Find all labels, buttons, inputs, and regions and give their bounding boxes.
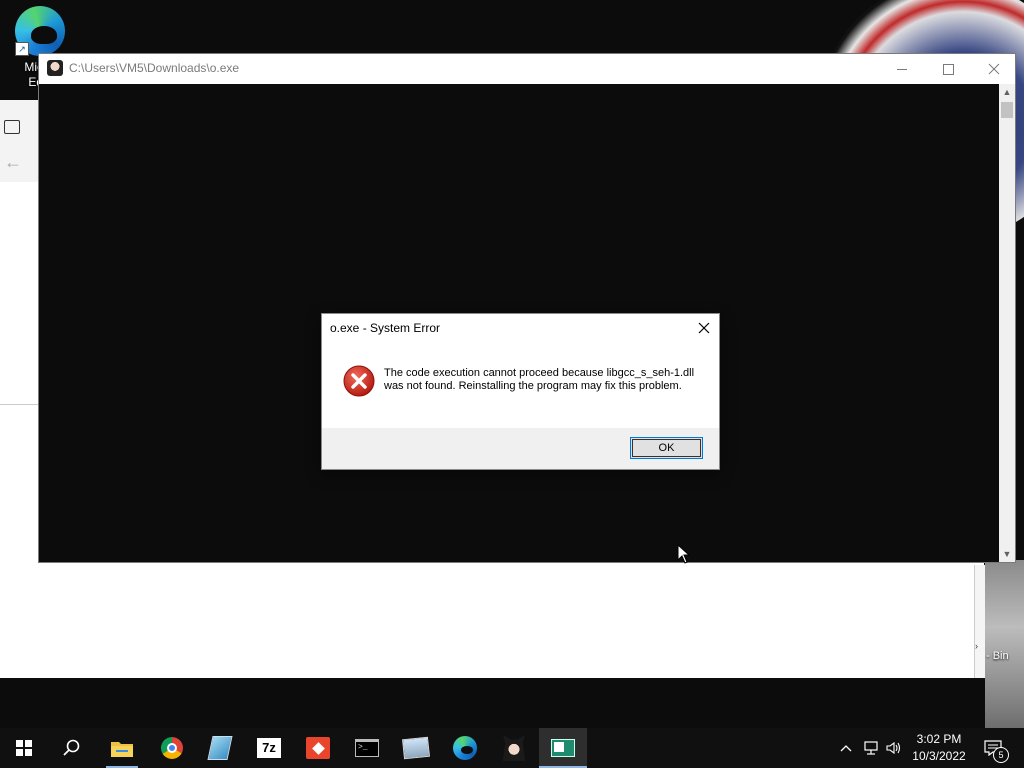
7z-icon: 7z [257,738,281,758]
folder-icon [111,742,133,757]
ok-button[interactable]: OK [630,437,703,459]
edge-icon [453,736,477,760]
wallpaper-fragment [985,560,1024,728]
close-icon [988,63,1000,75]
scroll-up-icon[interactable]: ▲ [999,84,1015,100]
volume-button[interactable] [883,728,905,768]
console-window[interactable]: C:\Users\VM5\Downloads\o.exe ▲ ▼ [38,53,1016,563]
taskbar-image-viewer[interactable] [392,728,440,768]
photo-icon [402,736,430,760]
maximize-icon [942,63,954,75]
minimize-icon [897,68,907,70]
taskbar-git[interactable] [294,728,342,768]
taskbar-chrome[interactable] [148,728,196,768]
cmd-icon: >_ [355,739,379,757]
browser-side-scroll[interactable]: › [974,565,985,678]
console-app-icon [47,60,63,76]
taskbar: 7z >_ 3:02 PM 10/3/2022 5 [0,728,1024,768]
chevron-right-icon[interactable]: › [975,641,978,651]
taskbar-edge[interactable] [441,728,489,768]
chevron-up-icon [840,745,852,752]
dialog-footer: OK [322,428,719,469]
taskbar-7zip[interactable]: 7z [245,728,293,768]
shortcut-arrow-icon: ↗ [15,42,29,56]
divider [0,404,40,405]
taskbar-file-explorer[interactable] [98,728,146,768]
console-titlebar[interactable]: C:\Users\VM5\Downloads\o.exe [39,54,1015,84]
show-hidden-icons-button[interactable] [836,728,856,768]
console-window-icon [551,739,575,757]
start-button[interactable] [0,728,48,768]
taskbar-notebook-app[interactable] [196,728,244,768]
taskbar-o-exe-console[interactable] [539,728,587,768]
close-button[interactable] [971,54,1017,84]
error-icon [343,365,375,397]
console-title: C:\Users\VM5\Downloads\o.exe [69,61,240,75]
vertical-scrollbar[interactable]: ▲ ▼ [999,84,1015,562]
dialog-close-button[interactable] [690,316,718,340]
taskbar-terminal[interactable]: >_ [343,728,391,768]
dialog-title: o.exe - System Error [330,321,441,335]
minimize-button[interactable] [879,54,925,84]
notebook-icon [207,736,233,760]
close-icon [698,322,710,334]
network-button[interactable] [860,728,882,768]
network-icon [864,741,878,755]
system-error-dialog[interactable]: o.exe - System Error The code execution … [321,313,720,470]
desktop-icon-recycle-bin-label[interactable]: - Bin [986,650,1009,662]
back-arrow-icon[interactable]: ← [4,152,22,173]
git-icon [306,737,330,759]
browser-toolbar-strip: ← [0,100,40,182]
search-icon [63,739,80,756]
error-message: The code execution cannot proceed becaus… [384,367,695,392]
clock-date: 10/3/2022 [912,749,966,763]
scroll-down-icon[interactable]: ▼ [999,546,1015,562]
maximize-button[interactable] [925,54,971,84]
search-button[interactable] [48,728,96,768]
scroll-thumb[interactable] [1001,102,1013,118]
volume-icon [886,741,901,755]
clock[interactable]: 3:02 PM 10/3/2022 [906,731,972,765]
taskbar-character-app[interactable] [490,728,538,768]
chrome-icon [161,737,183,759]
clock-time: 3:02 PM [916,732,962,746]
notification-count-badge: 5 [993,747,1009,763]
tab-actions-icon[interactable] [4,120,20,134]
character-icon [503,735,525,761]
mouse-cursor-icon [677,544,691,564]
windows-icon [16,740,32,756]
